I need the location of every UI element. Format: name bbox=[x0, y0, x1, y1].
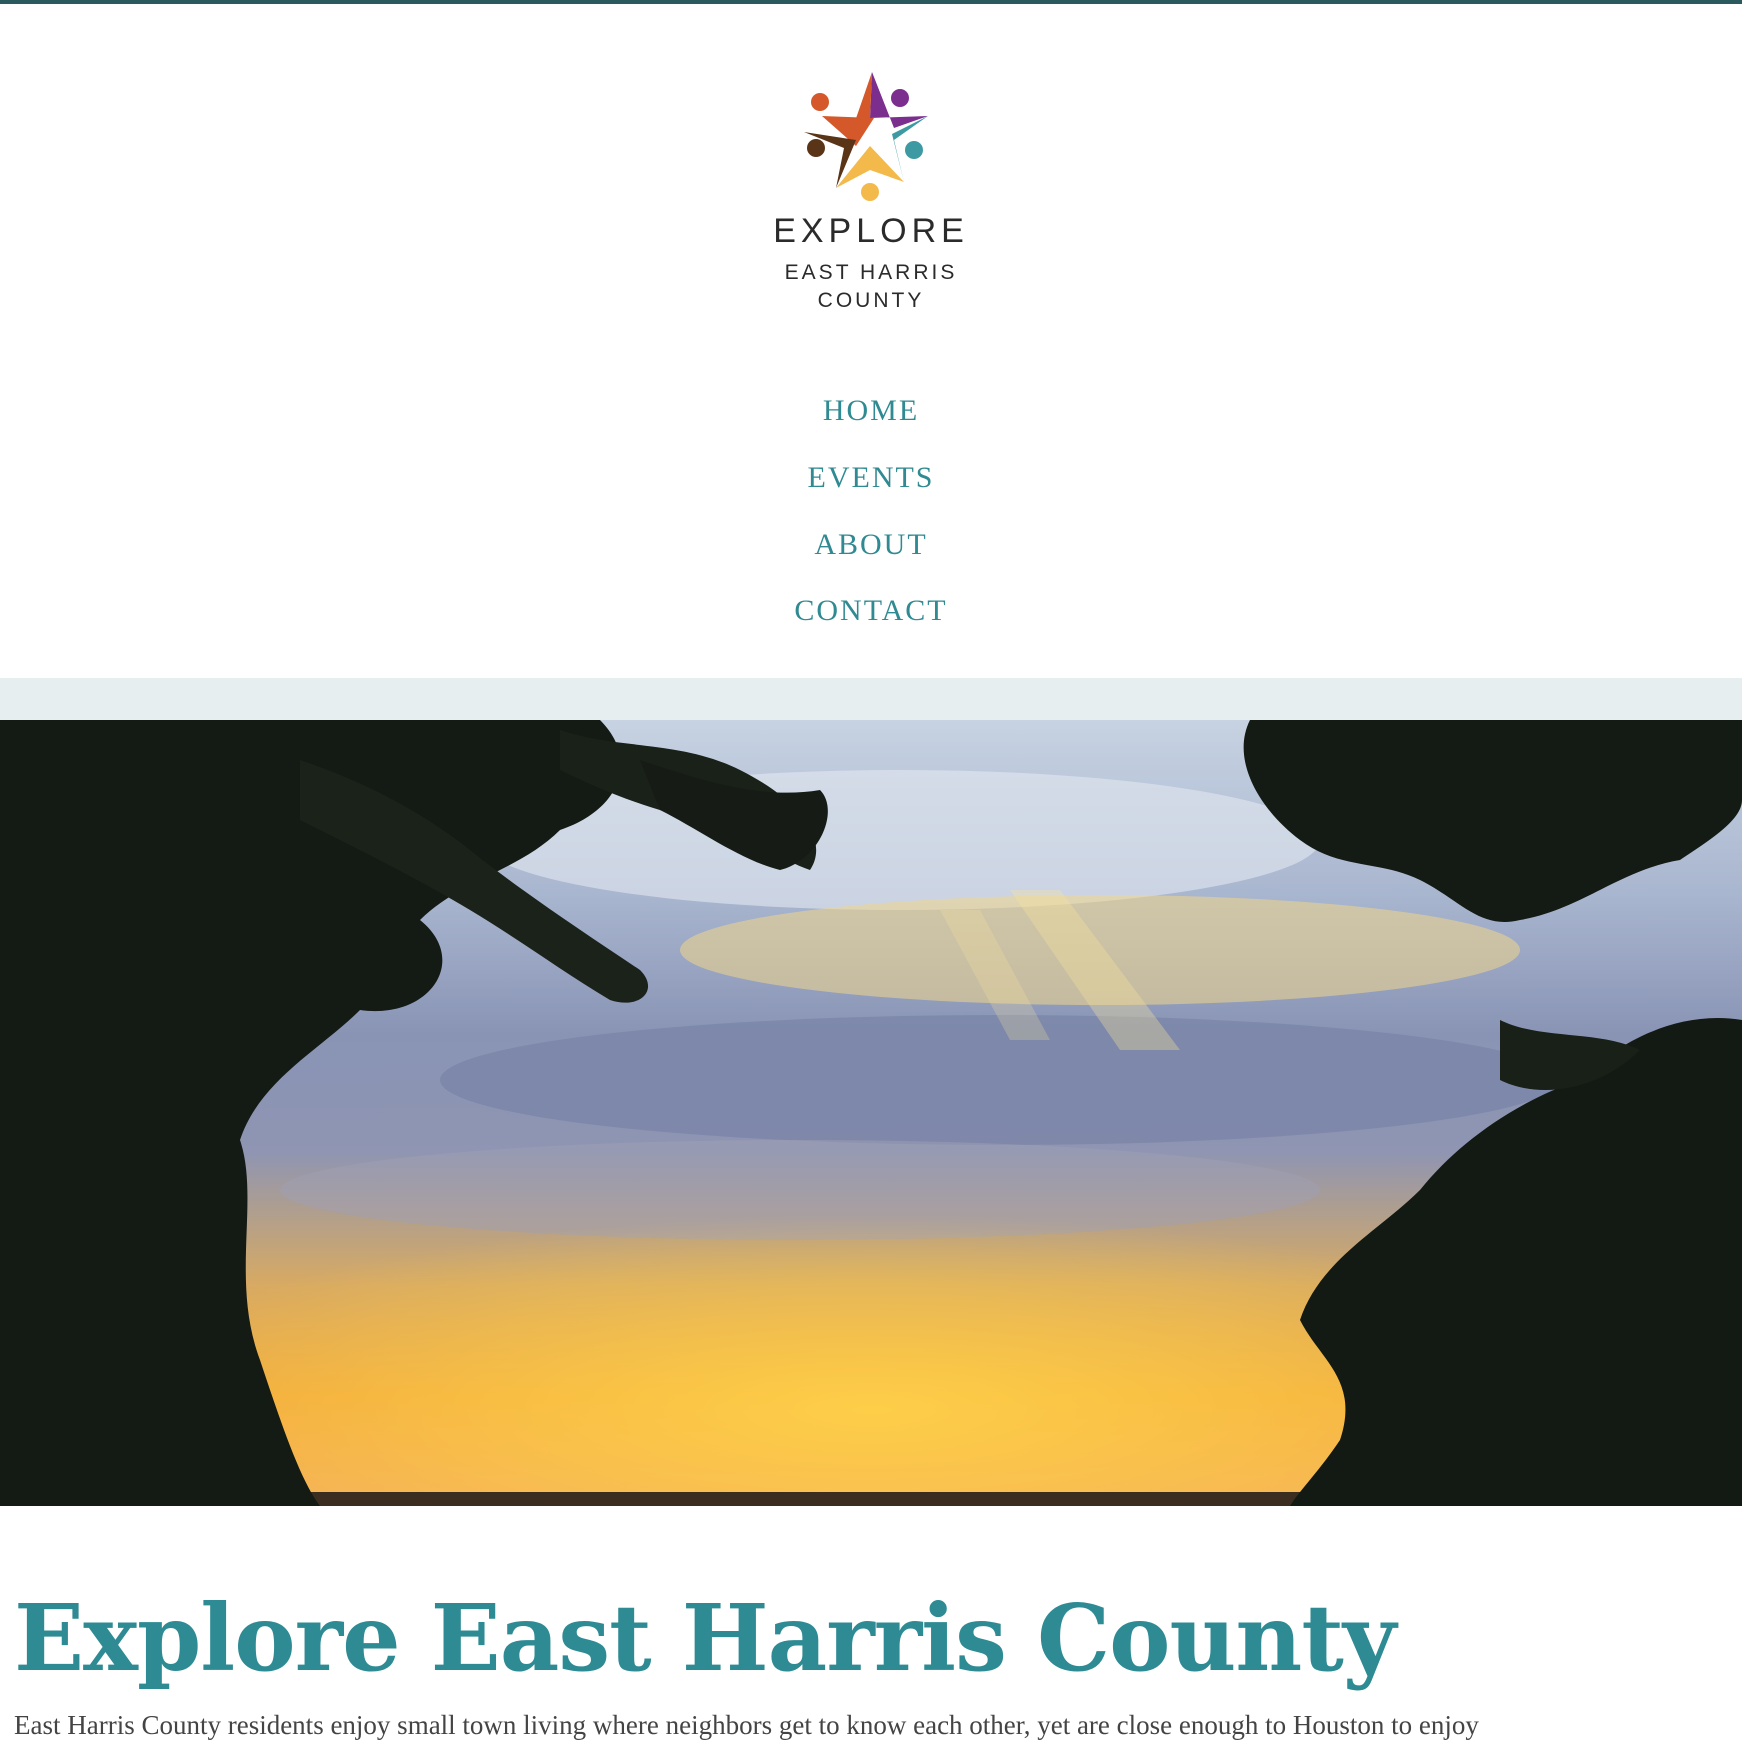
header-divider-strip bbox=[0, 678, 1742, 720]
site-logo[interactable]: EXPLORE EAST HARRIS COUNTY bbox=[740, 64, 1002, 324]
nav-about[interactable]: ABOUT bbox=[0, 528, 1742, 562]
sunset-sky-with-trees-image bbox=[0, 720, 1742, 1506]
nav-home[interactable]: HOME bbox=[0, 394, 1742, 428]
logo-text-explore: EXPLORE bbox=[773, 212, 969, 250]
logo-text-county: COUNTY bbox=[817, 289, 925, 312]
main-content: Explore East Harris County East Harris C… bbox=[0, 1506, 1742, 1742]
page-title: Explore East Harris County bbox=[14, 1584, 1396, 1692]
hero-banner bbox=[0, 720, 1742, 1506]
intro-paragraph: East Harris County residents enjoy small… bbox=[14, 1710, 1479, 1740]
nav-events[interactable]: EVENTS bbox=[0, 461, 1742, 495]
star-people-logo-icon bbox=[804, 72, 928, 201]
site-header: EXPLORE EAST HARRIS COUNTY HOME EVENTS A… bbox=[0, 4, 1742, 678]
logo-text-east-harris: EAST HARRIS bbox=[784, 261, 958, 284]
nav-contact[interactable]: CONTACT bbox=[0, 594, 1742, 628]
